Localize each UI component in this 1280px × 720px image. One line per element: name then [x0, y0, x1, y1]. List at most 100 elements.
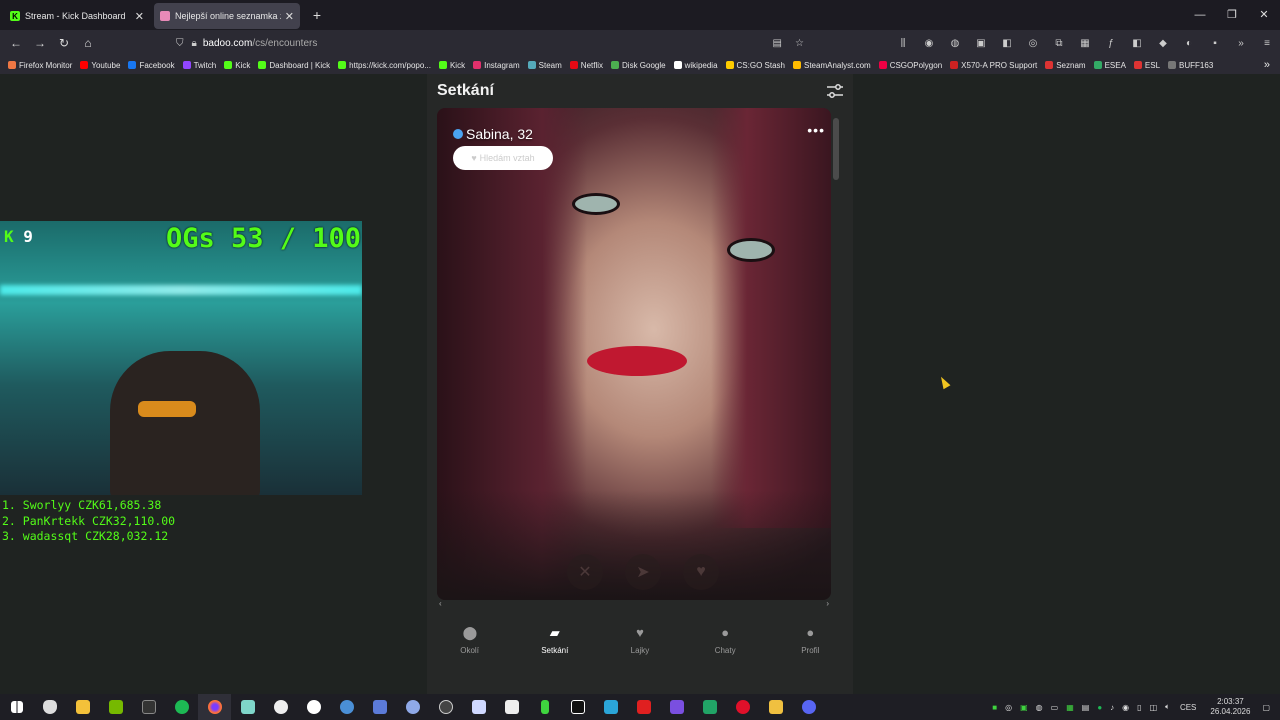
- dislike-button[interactable]: ✕: [567, 554, 603, 590]
- notification-icon[interactable]: ▢: [1262, 703, 1270, 712]
- tray-icon[interactable]: ◎: [1005, 703, 1012, 712]
- file-explorer-icon[interactable]: [66, 694, 99, 720]
- filter-icon[interactable]: [827, 84, 843, 98]
- extension-icon[interactable]: ◆: [1150, 38, 1176, 49]
- maximize-button[interactable]: ❐: [1216, 0, 1248, 30]
- app-icon[interactable]: [594, 694, 627, 720]
- app-icon[interactable]: [264, 694, 297, 720]
- back-icon[interactable]: ←: [4, 36, 28, 50]
- tray-icon[interactable]: ◉: [1122, 703, 1129, 712]
- extension-icon[interactable]: ◧: [1124, 38, 1150, 49]
- account-icon[interactable]: ◉: [916, 38, 942, 49]
- close-tab-icon[interactable]: ✕: [285, 10, 294, 23]
- tray-icon[interactable]: ▤: [1082, 703, 1090, 712]
- forward-icon[interactable]: →: [28, 36, 52, 50]
- puzzle-icon[interactable]: ⧉: [1046, 38, 1072, 49]
- bookmark-item[interactable]: wikipedia: [673, 61, 718, 70]
- close-window-button[interactable]: ✕: [1248, 0, 1280, 30]
- language-indicator[interactable]: CES: [1180, 703, 1196, 712]
- vertical-scrollbar[interactable]: [831, 108, 841, 600]
- app-icon[interactable]: [759, 694, 792, 720]
- bookmark-item[interactable]: Disk Google: [611, 61, 666, 70]
- extension-icon[interactable]: ◐: [1176, 38, 1202, 49]
- tray-icon[interactable]: ▣: [1020, 703, 1028, 712]
- extension-icon[interactable]: ◧: [994, 38, 1020, 49]
- minimize-button[interactable]: —: [1184, 0, 1216, 30]
- bookmark-item[interactable]: https://kick.com/popo...: [338, 61, 431, 70]
- nvidia-icon[interactable]: [99, 694, 132, 720]
- kick-app-icon[interactable]: [561, 694, 594, 720]
- network-icon[interactable]: ◫: [1150, 703, 1158, 712]
- nav-tab[interactable]: ▰ Setkání: [525, 622, 585, 662]
- url-bar[interactable]: ⛉ 🔒︎ badoo.com/cs/encounters ▤ ☆: [176, 32, 816, 54]
- bookmark-item[interactable]: ESL: [1133, 61, 1160, 70]
- app-icon[interactable]: [627, 694, 660, 720]
- like-button[interactable]: ♥: [683, 554, 719, 590]
- extension-icon[interactable]: ◎: [1020, 38, 1046, 49]
- opera-icon[interactable]: [726, 694, 759, 720]
- app-icon[interactable]: [396, 694, 429, 720]
- nav-tab[interactable]: ♥ Lajky: [610, 622, 670, 662]
- scroll-left-icon[interactable]: ‹: [439, 599, 442, 608]
- shield-icon[interactable]: ⛉: [176, 38, 184, 49]
- bookmark-item[interactable]: Kick: [224, 61, 250, 70]
- extension-icon[interactable]: ▪: [1202, 38, 1228, 49]
- message-button[interactable]: ➤: [625, 554, 661, 590]
- scroll-thumb[interactable]: [833, 118, 839, 180]
- battery-icon[interactable]: ▯: [1137, 703, 1141, 712]
- calculator-icon[interactable]: [462, 694, 495, 720]
- bookmark-item[interactable]: Kick: [438, 61, 465, 70]
- tray-icon[interactable]: ■: [992, 703, 997, 712]
- app-icon[interactable]: [495, 694, 528, 720]
- shield-app-icon[interactable]: [33, 694, 66, 720]
- steam-tray-icon[interactable]: ◍: [1036, 703, 1043, 712]
- bookmark-item[interactable]: Instagram: [473, 61, 520, 70]
- bookmark-item[interactable]: Youtube: [80, 61, 120, 70]
- bookmark-item[interactable]: X570-A PRO Support: [950, 61, 1037, 70]
- reader-view-icon[interactable]: ▤: [773, 38, 782, 49]
- microphone-icon[interactable]: ♪: [1110, 703, 1114, 712]
- spotify-tray-icon[interactable]: ●: [1097, 703, 1102, 712]
- app-icon[interactable]: [231, 694, 264, 720]
- extension-icon[interactable]: ƒ: [1098, 38, 1124, 49]
- spotify-icon[interactable]: [165, 694, 198, 720]
- bookmark-item[interactable]: Seznam: [1045, 61, 1086, 70]
- tab-badoo[interactable]: Nejlepší online seznamka zdarm ✕: [154, 3, 300, 29]
- bookmark-star-icon[interactable]: ☆: [795, 38, 804, 49]
- bookmarks-overflow-icon[interactable]: »: [1264, 59, 1270, 71]
- tray-icon[interactable]: ▭: [1051, 703, 1059, 712]
- steam-icon[interactable]: [330, 694, 363, 720]
- horizontal-scrollbar[interactable]: ‹ ›: [437, 599, 831, 609]
- firefox-icon[interactable]: [198, 694, 231, 720]
- extension-icon[interactable]: ▦: [1072, 38, 1098, 49]
- terminal-icon[interactable]: [132, 694, 165, 720]
- nav-tab[interactable]: ⬤ Okolí: [440, 622, 500, 662]
- start-button[interactable]: [0, 694, 33, 720]
- nav-tab[interactable]: ● Chaty: [695, 622, 755, 662]
- scroll-right-icon[interactable]: ›: [826, 599, 829, 608]
- clock[interactable]: 2:03:37 26.04.2026: [1210, 697, 1250, 717]
- reload-icon[interactable]: ↻: [52, 36, 76, 50]
- obs-icon[interactable]: [429, 694, 462, 720]
- tray-icon[interactable]: ▦: [1066, 703, 1074, 712]
- bookmark-item[interactable]: Dashboard | Kick: [258, 61, 330, 70]
- steam-extension-icon[interactable]: ◍: [942, 38, 968, 49]
- library-icon[interactable]: ⫼: [890, 38, 916, 49]
- bookmark-item[interactable]: SteamAnalyst.com: [792, 61, 871, 70]
- bookmark-item[interactable]: Twitch: [182, 61, 216, 70]
- bookmark-item[interactable]: Facebook: [128, 61, 175, 70]
- app-icon[interactable]: [528, 694, 561, 720]
- bookmark-item[interactable]: CS:GO Stash: [725, 61, 785, 70]
- bookmark-item[interactable]: Netflix: [569, 61, 603, 70]
- home-icon[interactable]: ⌂: [76, 36, 100, 50]
- volume-icon[interactable]: 🔈︎: [1165, 702, 1170, 712]
- monitor-app-icon[interactable]: [363, 694, 396, 720]
- clock-app-icon[interactable]: [297, 694, 330, 720]
- tab-kick-dashboard[interactable]: K Stream - Kick Dashboard ✕: [4, 3, 150, 29]
- profile-card[interactable]: Sabina, 32 ♥ Hledám vztah ••• ✕ ➤ ♥: [437, 108, 831, 600]
- app-icon[interactable]: [693, 694, 726, 720]
- menu-icon[interactable]: ≡: [1254, 38, 1280, 49]
- overflow-chevron-icon[interactable]: »: [1228, 38, 1254, 49]
- extension-icon[interactable]: ▣: [968, 38, 994, 49]
- bookmark-item[interactable]: CSGOPolygon: [878, 61, 942, 70]
